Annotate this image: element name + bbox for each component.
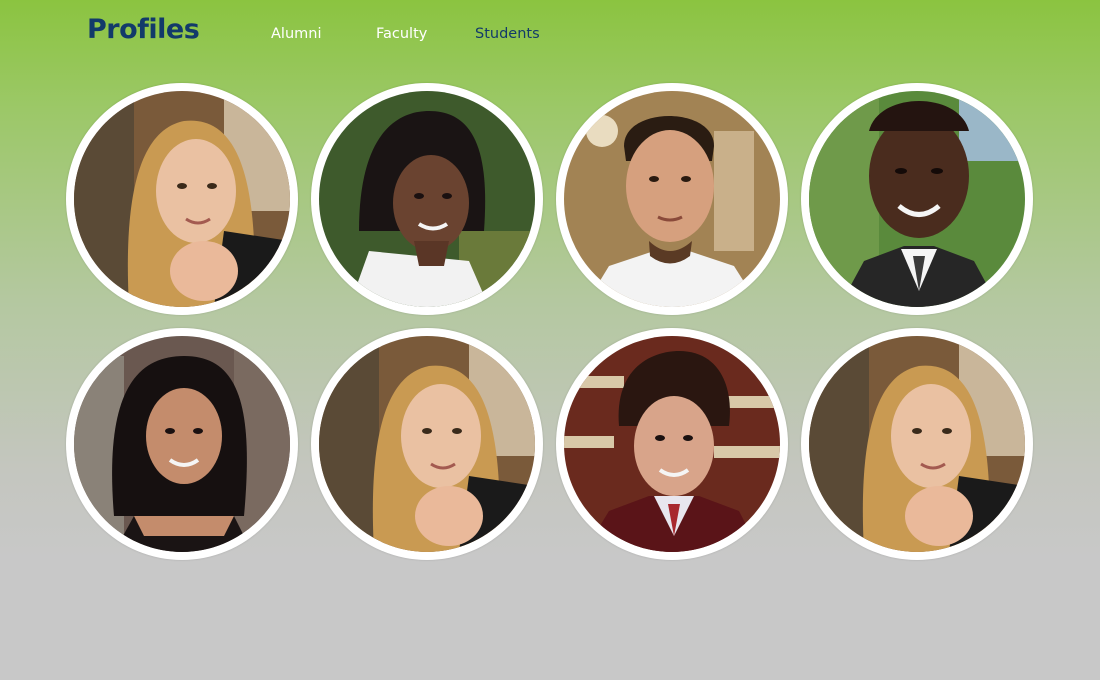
profile-card[interactable] <box>311 328 543 560</box>
profile-card[interactable] <box>556 328 788 560</box>
profile-photo <box>809 336 1025 552</box>
profile-card[interactable] <box>801 83 1033 315</box>
profile-photo <box>74 91 290 307</box>
nav-link-alumni[interactable]: Alumni <box>271 26 321 42</box>
profile-photo <box>319 336 535 552</box>
page-title: Profiles <box>87 14 200 45</box>
nav-link-students[interactable]: Students <box>475 26 540 42</box>
profile-photo <box>319 91 535 307</box>
profile-photo <box>564 336 780 552</box>
profile-card[interactable] <box>66 83 298 315</box>
profile-card[interactable] <box>311 83 543 315</box>
profile-photo <box>564 91 780 307</box>
profile-card[interactable] <box>66 328 298 560</box>
nav-link-faculty[interactable]: Faculty <box>376 26 427 42</box>
profile-photo <box>809 91 1025 307</box>
profile-card[interactable] <box>801 328 1033 560</box>
site-header: Profiles Alumni Faculty Students <box>0 0 1100 70</box>
profile-photo <box>74 336 290 552</box>
profile-card[interactable] <box>556 83 788 315</box>
